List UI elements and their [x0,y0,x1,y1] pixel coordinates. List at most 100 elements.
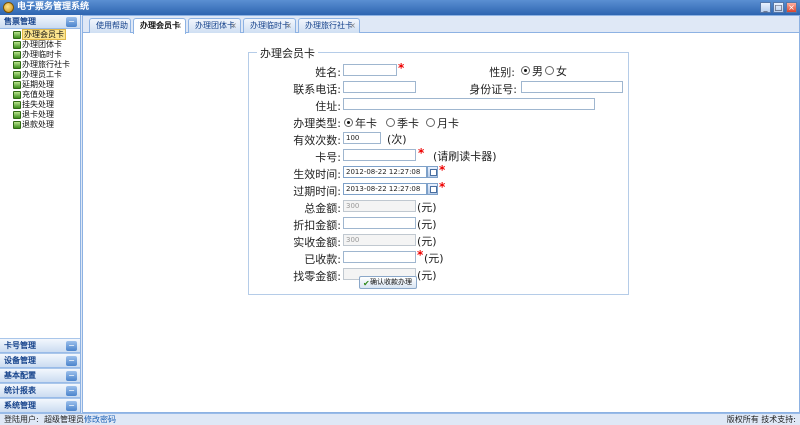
gender-male-label: 男 [532,65,543,78]
gender-male-radio[interactable] [521,66,530,75]
member-card-form: 办理会员卡 姓名: * 性别: 男 女 联系电话: 身份证号: 住址: 办理类型… [248,45,629,295]
change-amount-label: 找零金额: [293,270,341,283]
idcard-label: 身份证号: [469,83,517,96]
sidebar-item-temp-card[interactable]: 办理临时卡 [13,50,80,60]
cardno-label: 卡号: [315,151,341,164]
sidebar-item-report-loss[interactable]: 挂失处理 [13,100,80,110]
sidebar-item-return-card[interactable]: 退卡处理 [13,110,80,120]
section-header-card-numbers[interactable]: 卡号管理 − [0,338,80,353]
count-label: 有效次数: [293,134,341,147]
sidebar-item-extension[interactable]: 延期处理 [13,80,80,90]
tab-label: 办理临时卡 [250,21,290,30]
section-label: 系统管理 [4,401,36,410]
name-label: 姓名: [315,66,341,79]
phone-input[interactable] [343,81,416,93]
tab-agency-card[interactable]: 办理旅行社卡 × [298,18,360,33]
section-label: 基本配置 [4,371,36,380]
sidebar-item-group-card[interactable]: 办理团体卡 [13,40,80,50]
close-tab-icon[interactable]: × [349,19,356,32]
confirm-payment-button[interactable]: ✔ 确认收款办理 [359,276,417,289]
type-year-radio[interactable] [344,118,353,127]
idcard-input[interactable] [521,81,623,93]
discount-amount-input[interactable] [343,217,416,229]
tab-member-card[interactable]: 办理会员卡 × [133,18,186,34]
received-amount-label: 已收款: [304,253,341,266]
close-tab-icon[interactable]: × [285,19,292,32]
section-header-devices[interactable]: 设备管理 − [0,353,80,368]
name-input[interactable] [343,64,397,76]
sidebar-item-label: 办理临时卡 [22,50,62,59]
sidebar-item-label: 退卡处理 [22,110,54,119]
section-label: 设备管理 [4,356,36,365]
tab-group-card[interactable]: 办理团体卡 × [188,18,241,33]
type-season-radio[interactable] [386,118,395,127]
nav-list: 办理会员卡 办理团体卡 办理临时卡 办理旅行社卡 办理员工卡 延期处理 充值处理… [0,29,80,130]
section-header-reports[interactable]: 统计报表 − [0,383,80,398]
required-mark: * [417,248,424,262]
section-header-system[interactable]: 系统管理 − [0,398,80,413]
maximize-button[interactable]: □ [773,2,784,13]
close-button[interactable]: × [786,2,797,13]
sidebar-item-staff-card[interactable]: 办理员工卡 [13,70,80,80]
change-password-link[interactable]: 修改密码 [84,414,116,425]
expand-icon[interactable]: − [66,386,77,396]
section-label: 售票管理 [4,17,36,26]
expand-icon[interactable]: − [66,401,77,411]
expand-icon[interactable]: − [66,341,77,351]
start-date-label: 生效时间: [293,168,341,181]
sidebar-item-member-card[interactable]: 办理会员卡 [13,29,80,40]
close-tab-icon[interactable]: × [230,19,237,32]
tab-label: 办理会员卡 [140,21,180,30]
card-icon [13,111,21,119]
type-month-radio[interactable] [426,118,435,127]
tab-temp-card[interactable]: 办理临时卡 × [243,18,296,33]
yuan-unit: (元) [417,269,437,282]
sidebar-item-label: 办理员工卡 [22,70,62,79]
card-icon [13,61,21,69]
expand-icon[interactable]: − [66,371,77,381]
sidebar-item-recharge[interactable]: 充值处理 [13,90,80,100]
sidebar-item-label: 延期处理 [22,80,54,89]
cardno-input[interactable] [343,149,416,161]
sidebar-item-label: 退款处理 [22,120,54,129]
type-year-label: 年卡 [355,117,377,130]
close-tab-icon[interactable]: × [175,19,182,32]
start-date-input[interactable]: 2012-08-22 12:27:08 [343,166,427,178]
address-input[interactable] [343,98,595,110]
expand-icon[interactable]: − [66,356,77,366]
calendar-icon[interactable] [427,183,438,195]
user-name: 超级管理员 [44,415,84,424]
card-icon [13,41,21,49]
sidebar-item-refund[interactable]: 退款处理 [13,120,80,130]
card-icon [13,101,21,109]
address-label: 住址: [315,100,341,113]
total-amount-label: 总金额: [304,202,341,215]
main-panel: 使用帮助 办理会员卡 × 办理团体卡 × 办理临时卡 × 办理旅行社卡 × 办理会员卡 … [82,15,800,413]
card-icon [13,121,21,129]
card-icon [13,51,21,59]
app-icon [3,2,14,13]
section-header-basic-config[interactable]: 基本配置 − [0,368,80,383]
title-bar: 电子票务管理系统 _ □ × [0,0,800,15]
sidebar-item-agency-card[interactable]: 办理旅行社卡 [13,60,80,70]
user-label: 登陆用户: [4,415,39,424]
count-input[interactable]: 100 [343,132,381,144]
section-header-ticketing[interactable]: 售票管理 − [0,15,80,29]
received-amount-input[interactable] [343,251,416,263]
collapse-icon[interactable]: − [66,17,77,27]
card-icon [13,91,21,99]
status-bar: 登陆用户: 超级管理员 修改密码 版权所有 技术支持: [0,413,800,425]
tab-label: 使用帮助 [96,21,128,30]
calendar-icon[interactable] [427,166,438,178]
actual-amount-input: 300 [343,234,416,246]
sidebar-item-label: 办理旅行社卡 [22,60,70,69]
sidebar-item-label: 办理团体卡 [22,40,62,49]
yuan-unit: (元) [417,235,437,248]
tab-help[interactable]: 使用帮助 [89,18,131,33]
copyright-text: 版权所有 技术支持: [726,415,796,424]
minimize-button[interactable]: _ [760,2,771,13]
tab-label: 办理旅行社卡 [305,21,353,30]
sidebar-item-label: 充值处理 [22,90,54,99]
gender-female-radio[interactable] [545,66,554,75]
end-date-input[interactable]: 2013-08-22 12:27:08 [343,183,427,195]
